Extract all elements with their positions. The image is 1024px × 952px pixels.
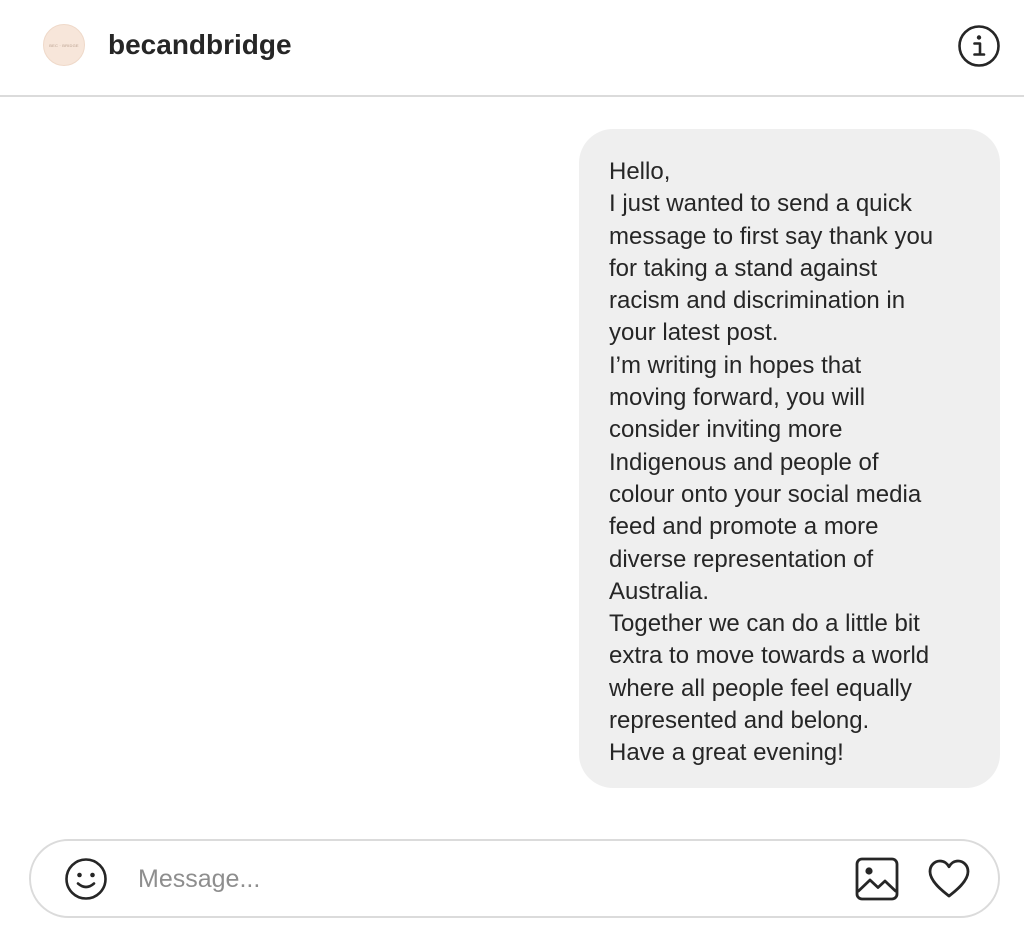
message-text: Hello, I just wanted to send a quick mes… — [609, 158, 934, 767]
smiley-icon — [65, 858, 107, 900]
avatar-logo-text: BEC · BRIDGE — [49, 42, 79, 48]
send-image-button[interactable] — [854, 856, 900, 902]
image-icon — [855, 857, 899, 901]
message-composer — [29, 839, 1000, 918]
info-icon — [958, 25, 1000, 67]
avatar[interactable]: BEC · BRIDGE — [43, 24, 85, 66]
message-input[interactable] — [138, 857, 838, 901]
message-thread[interactable]: Hello, I just wanted to send a quick mes… — [0, 97, 1024, 817]
like-button[interactable] — [926, 856, 972, 902]
emoji-button[interactable] — [64, 857, 108, 901]
conversation-header: BEC · BRIDGE becandbridge — [0, 0, 1024, 97]
heart-icon — [928, 859, 970, 898]
info-button[interactable] — [957, 24, 1001, 68]
outgoing-message-bubble[interactable]: Hello, I just wanted to send a quick mes… — [579, 129, 1000, 788]
direct-message-window: BEC · BRIDGE becandbridge Hello, I just … — [0, 0, 1024, 952]
conversation-username[interactable]: becandbridge — [108, 28, 292, 62]
